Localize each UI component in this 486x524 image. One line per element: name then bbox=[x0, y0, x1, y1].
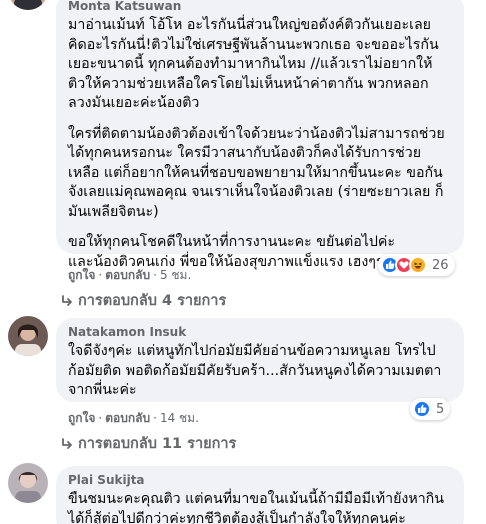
comment-line: ใครที่ติดตามน้องติวต้องเข้าใจด้วยนะว่าน้… bbox=[68, 125, 445, 142]
comment-line: มันเพลียจิตนะ) bbox=[68, 203, 159, 220]
comment-line: ใจดีจังๆค่ะ แต่หนูทักไปก่อมัยมีคัยอ่านข้… bbox=[68, 343, 436, 359]
comment-actions: ถูกใจ · ตอบกลับ · 5 ชม. bbox=[68, 266, 191, 285]
comment-author[interactable]: Natakamon Insuk bbox=[68, 324, 452, 340]
comment-paragraph: ขืนชมนะคะคุณติว แต่คนที่มาขอในเม้นนี้ถ้า… bbox=[68, 490, 452, 524]
reaction-summary[interactable]: 26 bbox=[378, 254, 455, 276]
reaction-count: 5 bbox=[436, 401, 445, 417]
reply-arrow-icon bbox=[62, 437, 72, 449]
comment-actions: ถูกใจ · ตอบกลับ · 14 ชม. bbox=[68, 409, 199, 428]
avatar[interactable] bbox=[8, 463, 48, 503]
like-link[interactable]: ถูกใจ bbox=[68, 411, 95, 425]
comment-line: เยอะขนาดนี้ ทุกคนต้องทำมาหากินไหม //แล้ว… bbox=[68, 56, 433, 72]
comment-line: ได้ก็สู้ต่อไปดีกว่าค่ะทุกชีวิตต้องสู้เป็… bbox=[68, 510, 406, 524]
reply-link[interactable]: ตอบกลับ bbox=[105, 268, 150, 282]
comment-author[interactable]: Plai Sukijta bbox=[68, 472, 452, 488]
comment-time[interactable]: 5 ชม. bbox=[160, 268, 191, 282]
comment-line: เหลือ แต่ก็อยากให้คนที่ชอบขอพยายามให้มาก… bbox=[68, 164, 443, 181]
comment-bubble: Monta Katsuwan มาอ่านเม้นท์ โอ้โห อะไรกั… bbox=[56, 0, 464, 270]
comment-line: ก้อมัยติด พอติดก้อมัยมีคัยรับคร้า...สักว… bbox=[68, 362, 442, 379]
haha-reaction-icon bbox=[409, 256, 427, 274]
comment-line: ขืนชมนะคะคุณติว แต่คนที่มาขอในเม้นนี้ถ้า… bbox=[68, 491, 444, 507]
separator-dot: · bbox=[98, 411, 103, 425]
comment-bubble: Plai Sukijta ขืนชมนะคะคุณติว แต่คนที่มาข… bbox=[56, 466, 464, 524]
view-replies-label: การตอบกลับ 11 รายการ bbox=[78, 436, 237, 452]
comment-line: จากพี่นะค่ะ bbox=[68, 382, 137, 398]
reply-arrow-icon bbox=[62, 294, 72, 306]
comment-line: คิดอะไรกันนี่!ติวไม่ใช่เศรษฐีพันล้านนะพว… bbox=[68, 36, 439, 53]
reply-link[interactable]: ตอบกลับ bbox=[105, 411, 150, 425]
view-replies-button[interactable]: การตอบกลับ 11 รายการ bbox=[60, 432, 236, 455]
comment-line: ลวงมันเยอะค่ะน้องติว bbox=[68, 95, 200, 111]
like-link[interactable]: ถูกใจ bbox=[68, 268, 95, 282]
comment-line: ติวให้ความช่วยเหลือใครโดยไม่เห็นหน้าค่าต… bbox=[68, 75, 429, 92]
comment-paragraph: ใจดีจังๆค่ะ แต่หนูทักไปก่อมัยมีคัยอ่านข้… bbox=[68, 342, 452, 401]
comment-line: ขอให้ทุกคนโชคดีในหน้าที่การงานนะคะ ขยันต… bbox=[68, 234, 395, 250]
comment-line: มาอ่านเม้นท์ โอ้โห อะไรกันนี่ส่วนใหญ่ขอด… bbox=[68, 17, 431, 33]
view-replies-button[interactable]: การตอบกลับ 4 รายการ bbox=[60, 289, 226, 312]
comment-bubble: Natakamon Insuk ใจดีจังๆค่ะ แต่หนูทักไปก… bbox=[56, 318, 464, 402]
comment-paragraph: ใครที่ติดตามน้องติวต้องเข้าใจด้วยนะว่าน้… bbox=[68, 125, 452, 223]
view-replies-label: การตอบกลับ 4 รายการ bbox=[78, 293, 227, 309]
comment-line: จังเลยแม่คุณพอคุณ จนเราเห็นใจน้องติวเลย … bbox=[68, 184, 444, 200]
comment-paragraph: มาอ่านเม้นท์ โอ้โห อะไรกันนี่ส่วนใหญ่ขอด… bbox=[68, 16, 452, 114]
avatar[interactable] bbox=[8, 0, 48, 10]
reaction-summary[interactable]: 5 bbox=[410, 398, 451, 420]
comment-author[interactable]: Monta Katsuwan bbox=[68, 0, 452, 14]
like-reaction-icon bbox=[413, 400, 431, 418]
separator-dot: · bbox=[153, 411, 157, 425]
comment-line: ได้ทุกคนหรอกนะ ใครมีวาสนากับน้องติวก็คงไ… bbox=[68, 145, 422, 161]
avatar[interactable] bbox=[8, 316, 48, 356]
reaction-count: 26 bbox=[432, 257, 449, 273]
separator-dot: · bbox=[98, 268, 103, 282]
comment-time[interactable]: 14 ชม. bbox=[160, 411, 199, 425]
separator-dot: · bbox=[153, 268, 157, 282]
